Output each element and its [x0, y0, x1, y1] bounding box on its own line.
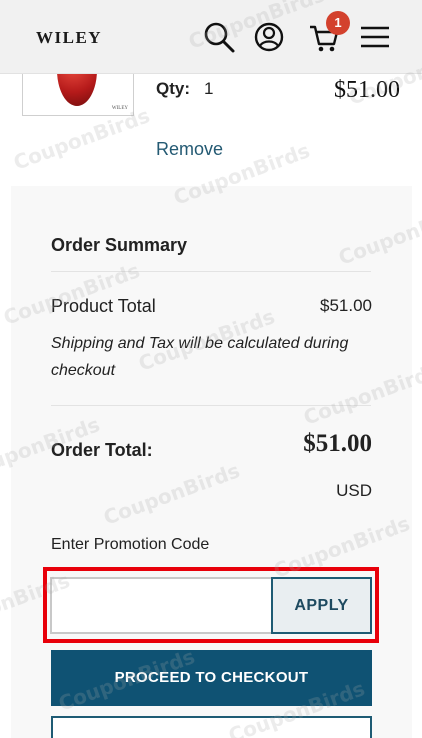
shipping-note: Shipping and Tax will be calculated duri…	[51, 335, 349, 379]
product-thumbnail[interactable]: WILEY	[22, 74, 134, 116]
item-price: $51.00	[334, 77, 400, 103]
search-icon[interactable]	[202, 20, 236, 54]
order-total-label: Order Total:	[51, 440, 153, 460]
strawberry-image	[57, 74, 97, 106]
menu-icon[interactable]	[358, 20, 392, 54]
remove-link[interactable]: Remove	[156, 139, 223, 160]
promo-code-label: Enter Promotion Code	[51, 536, 210, 553]
product-total-value: $51.00	[320, 296, 372, 315]
wiley-logo[interactable]: WILEY	[36, 28, 102, 48]
divider	[51, 271, 371, 272]
qty-label: Qty:	[156, 79, 190, 98]
qty-value: 1	[204, 79, 214, 98]
order-total-value: $51.00	[303, 430, 372, 457]
apply-button[interactable]: APPLY	[271, 577, 372, 634]
site-header: WILEY 1	[0, 0, 422, 74]
user-account-icon[interactable]	[252, 20, 286, 54]
cart-count-badge: 1	[326, 11, 350, 35]
thumbnail-caption: WILEY	[111, 106, 128, 111]
order-summary-title: Order Summary	[51, 235, 188, 255]
proceed-to-checkout-button[interactable]: PROCEED TO CHECKOUT	[51, 650, 372, 706]
secondary-action-button[interactable]	[51, 716, 372, 738]
currency-label: USD	[336, 481, 372, 500]
promo-code-input[interactable]	[50, 577, 274, 634]
product-total-label: Product Total	[51, 296, 156, 316]
divider	[51, 405, 371, 406]
